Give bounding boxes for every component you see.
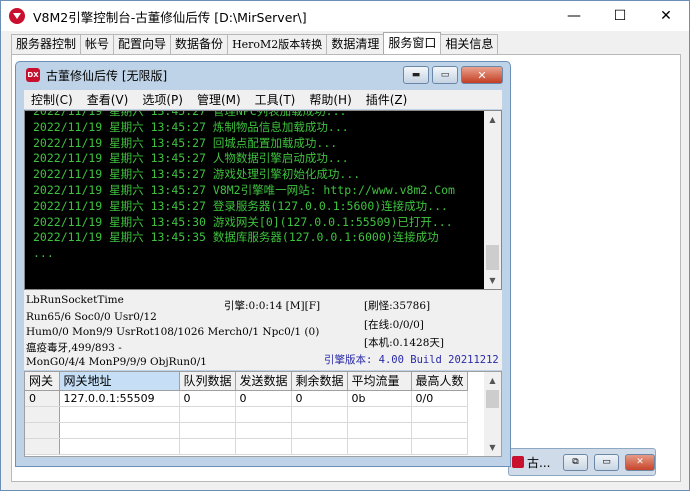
- minimized-app-icon: [512, 456, 524, 468]
- maximize-button[interactable]: ☐: [597, 1, 643, 31]
- child-close-button[interactable]: ✕: [461, 66, 503, 84]
- scroll-up-icon[interactable]: ▲: [484, 111, 501, 128]
- menu-control[interactable]: 控制(C): [24, 91, 80, 108]
- dx-logo-icon: DX: [26, 68, 40, 82]
- window-title: V8M2引擎控制台-古董修仙后传 [D:\MirServer\]: [33, 9, 307, 25]
- table-cell: 0: [25, 390, 60, 407]
- minimized-restore-button[interactable]: ⧉: [563, 453, 588, 471]
- column-header[interactable]: 网关地址: [59, 372, 180, 391]
- column-header[interactable]: 网关: [25, 372, 60, 391]
- server-child-window: DX 古董修仙后传 [无限版] ▬ ▭ ✕ 控制(C) 查看(V) 选项(P) …: [15, 61, 511, 467]
- main-window: V8M2引擎控制台-古董修仙后传 [D:\MirServer\] — ☐ ✕ 服…: [0, 0, 690, 491]
- minimize-button[interactable]: —: [551, 1, 597, 31]
- status-panel: LbRunSocketTime 引擎:0:0:14 [M][F] [刷怪:357…: [24, 290, 502, 370]
- menu-tools[interactable]: 工具(T): [248, 91, 303, 108]
- grid-scroll-thumb[interactable]: [486, 390, 499, 408]
- log-scrollbar[interactable]: ▲ ▼: [484, 111, 501, 289]
- monster-gen-stats: MonG0/4/4 MonP9/9/9 ObjRun0/1: [26, 356, 207, 368]
- table-cell: 0b: [347, 390, 412, 407]
- table-row: [25, 406, 468, 423]
- minimized-title: 古...: [527, 455, 551, 470]
- tab-service-window[interactable]: 服务窗口: [383, 32, 442, 54]
- column-header[interactable]: 剩余数据: [291, 372, 348, 391]
- minimized-child-window[interactable]: 古... ⧉ ▭ ✕: [508, 448, 656, 476]
- log-line: 2022/11/19 星期六 13:45:27 登录服务器(127.0.0.1:…: [33, 198, 448, 213]
- tab-data-backup[interactable]: 数据备份: [170, 34, 229, 54]
- tab-related-info[interactable]: 相关信息: [440, 34, 499, 54]
- log-line: ...: [33, 246, 54, 261]
- menu-manage[interactable]: 管理(M): [190, 91, 248, 108]
- log-lines: 2022/11/19 星期六 13:45:27 管理NPC列表加载成功... 2…: [33, 110, 483, 262]
- log-line: 2022/11/19 星期六 13:45:30 游戏网关[0](127.0.0.…: [33, 214, 453, 229]
- child-minimize-button[interactable]: ▬: [403, 66, 429, 84]
- table-row: [25, 438, 468, 455]
- table-row: [25, 422, 468, 439]
- scroll-down-icon[interactable]: ▼: [484, 439, 501, 456]
- menu-bar: 控制(C) 查看(V) 选项(P) 管理(M) 工具(T) 帮助(H) 插件(Z…: [24, 90, 502, 109]
- grid-scrollbar[interactable]: ▲ ▼: [484, 372, 501, 456]
- child-maximize-button[interactable]: ▭: [432, 66, 458, 84]
- menu-options[interactable]: 选项(P): [135, 91, 190, 108]
- monster-count: [刷怪:35786]: [364, 300, 431, 312]
- object-counters: Hum0/0 Mon9/9 UsrRot108/1026 Merch0/1 Np…: [26, 326, 320, 338]
- app-logo-icon: [9, 8, 25, 24]
- tab-data-cleanup[interactable]: 数据清理: [326, 34, 385, 54]
- log-console[interactable]: 2022/11/19 星期六 13:45:27 管理NPC列表加载成功... 2…: [24, 110, 502, 290]
- log-line: 2022/11/19 星期六 13:45:27 管理NPC列表加载成功...: [33, 110, 347, 118]
- log-line: 2022/11/19 星期六 13:45:27 V8M2引擎唯一网站: http…: [33, 182, 455, 197]
- table-cell: 0/0: [411, 390, 468, 407]
- tab-bar: 服务器控制 帐号 配置向导 数据备份 HeroM2版本转换 数据清理 服务窗口 …: [11, 32, 499, 54]
- child-window-controls: ▬ ▭ ✕: [403, 66, 503, 84]
- gateway-grid[interactable]: 网关 网关地址 队列数据 发送数据 剩余数据 平均流量 最高人数 0 127.0…: [24, 371, 502, 457]
- table-cell: 127.0.0.1:55509: [59, 390, 180, 407]
- monster-info: 瘟疫毒牙,499/893 -: [26, 342, 122, 354]
- engine-version: 引擎版本: 4.00 Build 20211212: [324, 354, 499, 366]
- online-count: [在线:0/0/0]: [364, 319, 424, 331]
- tab-server-control[interactable]: 服务器控制: [11, 34, 82, 54]
- column-header[interactable]: 发送数据: [235, 372, 292, 391]
- log-line: 2022/11/19 星期六 13:45:27 回城点配置加载成功...: [33, 135, 338, 150]
- child-window-title: 古董修仙后传 [无限版]: [46, 68, 168, 83]
- window-controls: — ☐ ✕: [551, 1, 689, 31]
- scroll-up-icon[interactable]: ▲: [484, 372, 501, 389]
- run-counts: Run65/6 Soc0/0 Usr0/12: [26, 311, 157, 323]
- minimized-maximize-button[interactable]: ▭: [594, 453, 619, 471]
- menu-help[interactable]: 帮助(H): [302, 91, 358, 108]
- log-line: 2022/11/19 星期六 13:45:35 数据库服务器(127.0.0.1…: [33, 230, 439, 245]
- table-header-row: 网关 网关地址 队列数据 发送数据 剩余数据 平均流量 最高人数: [25, 372, 468, 391]
- column-header[interactable]: 平均流量: [347, 372, 412, 391]
- title-bar: V8M2引擎控制台-古董修仙后传 [D:\MirServer\] — ☐ ✕: [1, 1, 689, 31]
- log-scroll-thumb[interactable]: [486, 245, 499, 270]
- log-line: 2022/11/19 星期六 13:45:27 炼制物品信息加载成功...: [33, 119, 349, 134]
- table-cell: 0: [235, 390, 292, 407]
- tab-config-wizard[interactable]: 配置向导: [113, 34, 172, 54]
- scroll-down-icon[interactable]: ▼: [484, 272, 501, 289]
- table-row[interactable]: 0 127.0.0.1:55509 0 0 0 0b 0/0: [25, 390, 468, 407]
- close-button[interactable]: ✕: [643, 1, 689, 31]
- tab-herom2-convert[interactable]: HeroM2版本转换: [227, 34, 328, 54]
- tab-account[interactable]: 帐号: [80, 34, 115, 54]
- table-cell: 0: [179, 390, 236, 407]
- run-socket-time: LbRunSocketTime: [26, 294, 124, 306]
- column-header[interactable]: 最高人数: [411, 372, 468, 391]
- engine-time: 引擎:0:0:14 [M][F]: [224, 300, 321, 312]
- menu-plugins[interactable]: 插件(Z): [359, 91, 415, 108]
- log-line: 2022/11/19 星期六 13:45:27 游戏处理引擎初始化成功...: [33, 167, 361, 182]
- log-line: 2022/11/19 星期六 13:45:27 人物数据引擎启动成功...: [33, 151, 349, 166]
- gateway-table: 网关 网关地址 队列数据 发送数据 剩余数据 平均流量 最高人数 0 127.0…: [25, 372, 468, 455]
- table-cell: 0: [291, 390, 348, 407]
- column-header[interactable]: 队列数据: [179, 372, 236, 391]
- menu-view[interactable]: 查看(V): [80, 91, 136, 108]
- minimized-close-button[interactable]: ✕: [625, 453, 655, 471]
- local-uptime: [本机:0.1428天]: [364, 337, 444, 349]
- child-title-bar: DX 古董修仙后传 [无限版] ▬ ▭ ✕: [16, 62, 510, 88]
